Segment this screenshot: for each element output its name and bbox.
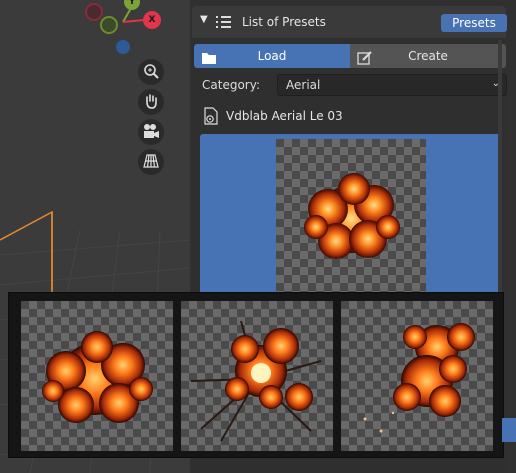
- grid-perspective-icon: [143, 153, 159, 172]
- panel-accent-edge: [502, 418, 516, 442]
- preset-preview-frame[interactable]: [200, 134, 502, 304]
- volume-file-icon: [202, 107, 220, 128]
- category-value: Aerial: [286, 78, 321, 92]
- load-create-tabs: Load Create: [194, 44, 506, 68]
- tab-create-label: Create: [408, 49, 448, 63]
- gizmo-neg-x[interactable]: [85, 3, 103, 21]
- tab-load[interactable]: Load: [194, 44, 350, 68]
- pan-button[interactable]: [138, 89, 164, 115]
- gallery-thumbnail[interactable]: [341, 301, 493, 451]
- category-label: Category:: [202, 78, 260, 92]
- camera-icon: [142, 123, 160, 142]
- tab-create[interactable]: Create: [350, 44, 506, 68]
- gallery-thumbnail[interactable]: [181, 301, 333, 451]
- edit-icon: [357, 49, 373, 73]
- perspective-toggle-button[interactable]: [138, 149, 164, 175]
- panel-header[interactable]: ▼ List of Presets Presets: [192, 6, 507, 38]
- category-select[interactable]: Aerial ⌄: [277, 74, 507, 96]
- selected-preset-row[interactable]: Vdblab Aerial Le 03: [192, 104, 506, 128]
- tab-load-label: Load: [257, 49, 287, 63]
- preset-thumbnail-gallery: [8, 292, 504, 458]
- collapse-arrow-icon[interactable]: ▼: [200, 14, 208, 25]
- zoom-button[interactable]: [138, 59, 164, 85]
- gizmo-axis-lines: [122, 7, 145, 23]
- presets-button[interactable]: Presets: [441, 14, 507, 32]
- preset-name: Vdblab Aerial Le 03: [226, 109, 343, 123]
- gizmo-z-axis[interactable]: [116, 40, 130, 54]
- panel-title: List of Presets: [242, 15, 326, 29]
- hand-pan-icon: [143, 93, 159, 112]
- preset-preview-image: [276, 139, 426, 299]
- list-icon: [216, 16, 232, 31]
- folder-icon: [201, 49, 217, 73]
- zoom-icon: [143, 63, 159, 82]
- gallery-thumbnail[interactable]: [21, 301, 173, 451]
- camera-view-button[interactable]: [138, 119, 164, 145]
